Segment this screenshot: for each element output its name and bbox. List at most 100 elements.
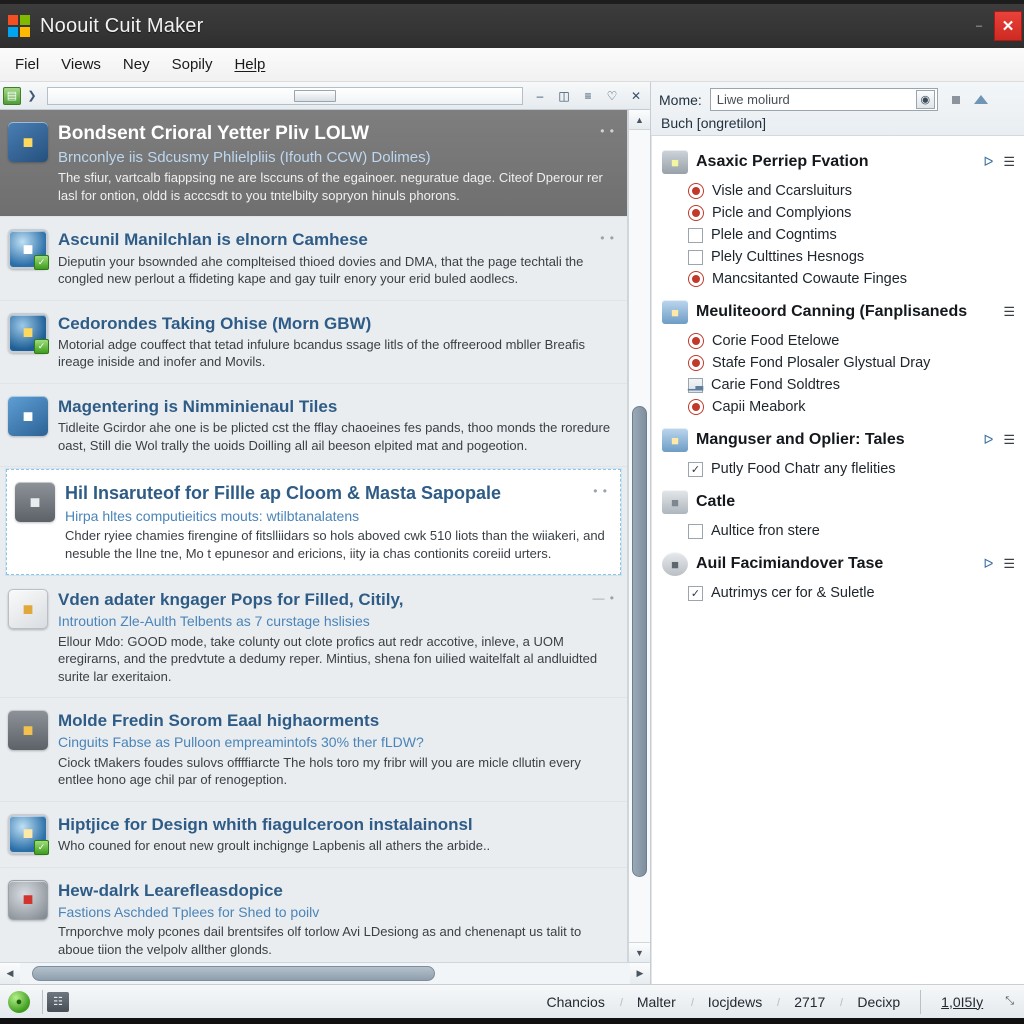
option-item[interactable]: ▁▃ Carie Fond Soldtres [660, 374, 1020, 396]
feed-item-overflow-icon[interactable]: — • [592, 591, 615, 605]
filter-icon[interactable]: ☰ [1003, 432, 1015, 448]
option-item[interactable]: Capii Meabork [660, 396, 1020, 418]
option-item[interactable]: Corie Food Etelowe [660, 330, 1020, 352]
option-item[interactable]: Stafe Fond Plosaler Glystual Dray [660, 352, 1020, 374]
shield-button[interactable]: ♡ [601, 86, 623, 106]
next-icon[interactable]: ❯ [23, 87, 41, 105]
expand-triangle-icon[interactable] [973, 95, 988, 104]
radio-icon[interactable] [688, 271, 704, 287]
bar-chart-icon[interactable]: ᐅ [983, 556, 993, 572]
feed-item-title[interactable]: Hew-dalrk Learefleasdopice [58, 880, 613, 901]
option-item[interactable]: Visle and Ccarsluiturs [660, 180, 1020, 202]
option-item[interactable]: Mancsitanted Cowaute Finges [660, 268, 1020, 290]
feed-item-title[interactable]: Ascunil Manilchlan is elnorn Camhese [58, 229, 613, 250]
hscrollbar-track[interactable] [20, 963, 630, 984]
option-group-header[interactable]: ■ Asaxic Perriep Fvation ᐅ ☰ [660, 144, 1020, 180]
checkbox-icon[interactable] [688, 227, 703, 243]
filter-icon[interactable]: ☰ [1003, 556, 1015, 572]
option-item[interactable]: Aultice fron stere [660, 520, 1020, 542]
checkbox-icon[interactable]: ✓ [688, 461, 703, 477]
filter-icon[interactable]: ☰ [1003, 304, 1015, 320]
hscrollbar-thumb[interactable] [32, 966, 435, 981]
menu-button[interactable]: ≡ [577, 86, 599, 106]
feed-item-overflow-icon[interactable]: • • [600, 124, 615, 138]
checkbox-icon[interactable] [688, 249, 703, 265]
feed-item[interactable]: ■ Magentering is Nimminienaul Tiles Tidlei… [0, 384, 627, 468]
feed-item[interactable]: ■ ✓ Ascunil Manilchlan is elnorn Camhese Di… [0, 217, 627, 301]
feed-item[interactable]: ■ Bondsent Crioral Yetter Pliv LOLW Brncon… [0, 110, 627, 218]
radio-icon[interactable] [688, 183, 704, 199]
option-group-header[interactable]: ■ Manguser and Oplier: Tales ᐅ ☰ [660, 422, 1020, 458]
radio-icon[interactable] [688, 399, 704, 415]
feed-item-title[interactable]: Cedorondes Taking Ohise (Morn GBW) [58, 313, 613, 334]
feed-item-overflow-icon[interactable]: • • [600, 231, 615, 245]
feed-item-overflow-icon[interactable]: • • [593, 484, 608, 498]
restore-button[interactable]: ◫ [553, 86, 575, 106]
status-cell-count[interactable]: 2717 [778, 994, 841, 1010]
option-item[interactable]: ✓ Putly Food Chatr any flelities [660, 458, 1020, 480]
status-cell-version[interactable]: 1,0I5Iy [925, 994, 999, 1010]
feed-item-title[interactable]: Vden adater kngager Pops for Filled, Cit… [58, 589, 613, 610]
option-group-header[interactable]: ■ Meuliteoord Canning (Fanplisaneds ☰ [660, 294, 1020, 330]
menu-item-fiel[interactable]: Fiel [4, 52, 50, 77]
record-icon[interactable]: ● [8, 990, 30, 1013]
menu-item-sopily[interactable]: Sopily [161, 52, 224, 77]
feed-item[interactable]: ■ Hew-dalrk Learefleasdopice Fastions Asch… [0, 868, 627, 962]
menu-item-ney[interactable]: Ney [112, 52, 161, 77]
toolbar-slider-thumb[interactable] [294, 89, 337, 102]
scrollbar-thumb[interactable] [632, 406, 647, 878]
radio-icon[interactable] [688, 333, 704, 349]
chart-checkbox-icon[interactable]: ▁▃ [688, 377, 703, 393]
option-item[interactable]: Plele and Cogntims [660, 224, 1020, 246]
feed-item[interactable]: ■ Molde Fredin Sorom Eaal highaorments Cin… [0, 698, 627, 802]
option-group-header[interactable]: ■ Catle [660, 484, 1020, 520]
resize-grip-icon[interactable]: ⤡ [999, 995, 1020, 1008]
toolbar-slider[interactable] [47, 86, 523, 105]
status-cell-chancios[interactable]: Chancios [530, 994, 620, 1010]
network-icon[interactable]: ☷ [47, 991, 69, 1012]
option-item[interactable]: ✓ Autrimys cer for & Suletle [660, 582, 1020, 604]
feed-list[interactable]: ■ Bondsent Crioral Yetter Pliv LOLW Brncon… [0, 110, 628, 962]
scroll-right-icon[interactable]: ▶ [630, 963, 650, 984]
bar-chart-icon[interactable]: ᐅ [983, 154, 993, 170]
status-cell-malter[interactable]: Malter [621, 994, 692, 1010]
feed-horizontal-scrollbar[interactable]: ◀ ▶ [0, 962, 650, 984]
window-close-button[interactable]: ✕ [994, 11, 1022, 41]
close-button[interactable]: ✕ [625, 86, 647, 106]
feed-item-subtitle[interactable]: Brnconlye iis Sdcusmy Phlielpliis (Ifout… [58, 148, 613, 168]
radio-icon[interactable] [688, 205, 704, 221]
feed-vertical-scrollbar[interactable]: ▲ ▼ [628, 110, 650, 962]
name-input[interactable]: Liwe moliurd ◉ [709, 88, 938, 111]
collapse-dot-icon[interactable] [951, 95, 960, 104]
radio-icon[interactable] [688, 355, 704, 371]
scroll-down-icon[interactable]: ▼ [629, 942, 650, 962]
feed-item-title[interactable]: Magentering is Nimminienaul Tiles [58, 396, 613, 417]
option-item[interactable]: Picle and Complyions [660, 202, 1020, 224]
scrollbar-track[interactable] [629, 130, 650, 942]
checkbox-icon[interactable] [688, 523, 703, 539]
bar-chart-icon[interactable]: ᐅ [983, 432, 993, 448]
scroll-up-icon[interactable]: ▲ [629, 110, 650, 130]
color-picker-icon[interactable]: ◉ [915, 90, 935, 109]
option-group-header[interactable]: ■ Auil Facimiandover Tase ᐅ ☰ [660, 546, 1020, 582]
feed-item-subtitle[interactable]: Hirpa hltes computieitics mouts: wtilbta… [65, 507, 606, 525]
scroll-left-icon[interactable]: ◀ [0, 963, 20, 984]
feed-item-subtitle[interactable]: Cinguits Fabse as Pulloon empreamintofs … [58, 733, 613, 751]
checkbox-icon[interactable]: ✓ [688, 585, 703, 601]
feed-item[interactable]: ■ ✓ Cedorondes Taking Ohise (Morn GBW) Moto… [0, 301, 627, 385]
menu-item-help[interactable]: Help [223, 52, 276, 77]
feed-item-title[interactable]: Hiptjice for Design whith fiagulceroon i… [58, 814, 613, 835]
feed-item-title[interactable]: Molde Fredin Sorom Eaal highaorments [58, 710, 613, 731]
feed-item-subtitle[interactable]: Fastions Aschded Tplees for Shed to poil… [58, 903, 613, 921]
filter-icon[interactable]: ☰ [1003, 154, 1015, 170]
menu-item-views[interactable]: Views [50, 52, 112, 77]
feed-item[interactable]: ■ Hil Insaruteof for Fillle ap Cloom & Ma… [5, 468, 622, 577]
save-icon[interactable]: ▤ [3, 86, 21, 105]
feed-item[interactable]: ■ ✓ Hiptjice for Design whith fiagulceroon… [0, 802, 627, 868]
options-tree[interactable]: ■ Asaxic Perriep Fvation ᐅ ☰ Visle and Ccars… [651, 136, 1024, 984]
window-minimize-button[interactable]: – [964, 4, 994, 48]
feed-item-subtitle[interactable]: Introution Zle-Aulth Telbents as 7 curst… [58, 612, 613, 630]
minimize-button[interactable]: – [529, 86, 551, 106]
status-cell-iocjdews[interactable]: Iocjdews [692, 994, 778, 1010]
feed-item-title[interactable]: Hil Insaruteof for Fillle ap Cloom & Mas… [65, 482, 606, 505]
